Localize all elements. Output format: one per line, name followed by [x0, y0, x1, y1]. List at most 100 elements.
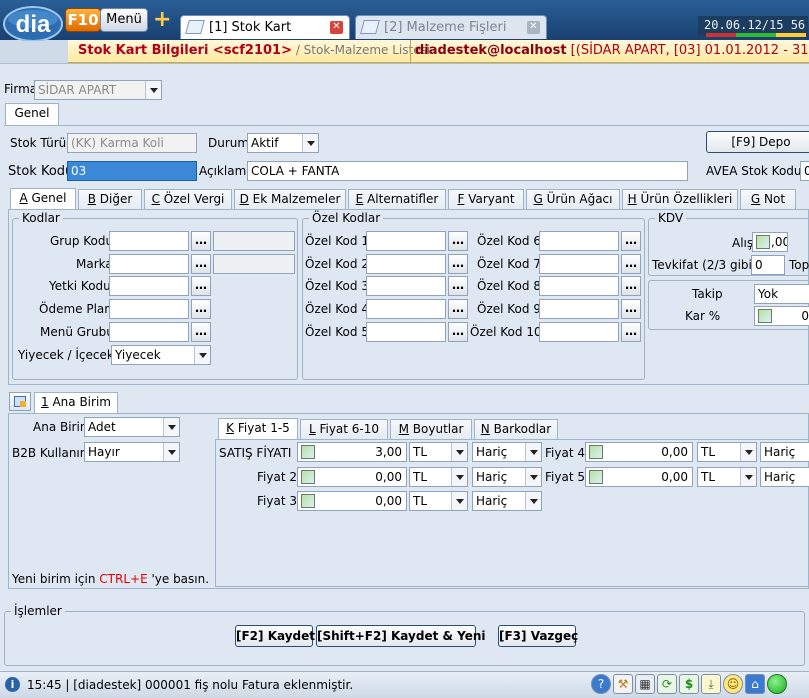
- stok-turu-field[interactable]: (KK) Karma Koli: [67, 133, 197, 153]
- fiyat-5-currency-select[interactable]: TL: [697, 467, 757, 487]
- tab-barkodlar[interactable]: N Barkodlar: [474, 419, 558, 439]
- vazgec-button[interactable]: [F3] Vazgeç: [498, 625, 578, 647]
- ozel-kod-3-lookup-button[interactable]: …: [448, 276, 468, 296]
- smiley-icon[interactable]: ☺: [723, 674, 743, 694]
- calculator-icon[interactable]: ▦: [635, 674, 655, 694]
- ozel-kod-8-input[interactable]: [539, 276, 619, 296]
- ozel-kod-4-input[interactable]: [366, 299, 446, 319]
- kaydet-button[interactable]: [F2] Kaydet: [235, 625, 315, 647]
- fiyat-5-input[interactable]: 0,00: [585, 467, 693, 487]
- tab-f-varyant[interactable]: F Varyant: [448, 189, 524, 209]
- kar-input[interactable]: 0: [754, 306, 809, 326]
- fiyat-4-tax-select[interactable]: Hariç: [760, 442, 809, 462]
- takip-select[interactable]: Yok: [754, 284, 809, 304]
- ozel-kod-10-lookup-button[interactable]: …: [621, 322, 641, 342]
- dia-logo[interactable]: dia: [2, 3, 64, 42]
- ozel-kod-7-lookup-button[interactable]: …: [621, 254, 641, 274]
- firma-select[interactable]: SİDAR APART: [34, 80, 162, 100]
- ozel-kod-4-lookup-button[interactable]: …: [448, 299, 468, 319]
- fiyat-2-input[interactable]: 0,00: [297, 467, 407, 487]
- fiyat-5-tax-select[interactable]: Hariç: [760, 467, 809, 487]
- odeme-plani-input[interactable]: [109, 299, 189, 319]
- ozel-kod-9-input[interactable]: [539, 299, 619, 319]
- tab-g-urun-agaci[interactable]: G Ürün Ağacı: [526, 189, 620, 209]
- grup-kodu-input[interactable]: [109, 231, 189, 251]
- close-icon[interactable]: ✕: [527, 21, 540, 34]
- tab-h-urun-ozellikleri[interactable]: H Ürün Özellikleri: [622, 189, 738, 209]
- tab-e-alternatifler[interactable]: E Alternatifler: [348, 189, 446, 209]
- satis-fiyati-input[interactable]: 3,00: [297, 442, 407, 462]
- calculator-icon[interactable]: [589, 445, 603, 459]
- ozel-kod-8-lookup-button[interactable]: …: [621, 276, 641, 296]
- kaydet-yeni-button[interactable]: [Shift+F2] Kaydet & Yeni: [316, 625, 486, 647]
- grup-kodu-lookup-button[interactable]: …: [191, 231, 211, 251]
- satis-currency-select[interactable]: TL: [409, 442, 468, 462]
- ozel-kod-2-input[interactable]: [366, 254, 446, 274]
- add-tab-icon[interactable]: +: [153, 9, 171, 31]
- menu-grubu-lookup-button[interactable]: …: [191, 322, 211, 342]
- tab-d-ek-malzemeler[interactable]: D Ek Malzemeler: [234, 189, 346, 209]
- calculator-icon[interactable]: [589, 470, 603, 484]
- depo-button[interactable]: [F9] Depo: [706, 131, 809, 153]
- calculator-icon[interactable]: [301, 470, 315, 484]
- tab-boyutlar[interactable]: M Boyutlar: [390, 419, 472, 439]
- ozel-kod-1-input[interactable]: [366, 231, 446, 251]
- menu-button[interactable]: Menü: [100, 8, 148, 32]
- yetki-kodu-input[interactable]: [109, 276, 189, 296]
- fiyat-3-input[interactable]: 0,00: [297, 491, 407, 511]
- stok-kodu-input[interactable]: 03: [67, 161, 197, 181]
- tab-b-diger[interactable]: B Diğer: [78, 189, 142, 209]
- tab-g-not[interactable]: G Not: [740, 189, 796, 209]
- ozel-kod-5-input[interactable]: [366, 322, 446, 342]
- refresh-icon[interactable]: ⟳: [657, 674, 677, 694]
- satis-tax-select[interactable]: Hariç: [472, 442, 542, 462]
- ozel-kod-10-input[interactable]: [539, 322, 619, 342]
- dollar-icon[interactable]: $: [679, 674, 699, 694]
- fiyat-4-currency-select[interactable]: TL: [697, 442, 757, 462]
- tab-genel[interactable]: Genel: [5, 103, 59, 125]
- calculator-icon[interactable]: [301, 494, 315, 508]
- lock-icon[interactable]: ⌂: [745, 674, 765, 694]
- fiyat-2-currency-select[interactable]: TL: [409, 467, 468, 487]
- calculator-icon[interactable]: [756, 235, 770, 249]
- alis-kdv-input[interactable]: ,00: [752, 232, 788, 252]
- marka-lookup-button[interactable]: …: [191, 254, 211, 274]
- fiyat-3-tax-select[interactable]: Hariç: [472, 491, 542, 511]
- ozel-kod-9-lookup-button[interactable]: …: [621, 299, 641, 319]
- ozel-kod-6-lookup-button[interactable]: …: [621, 231, 641, 251]
- yetki-kodu-lookup-button[interactable]: …: [191, 276, 211, 296]
- durum-select[interactable]: Aktif: [247, 133, 319, 153]
- fiyat-4-input[interactable]: 0,00: [585, 442, 693, 462]
- ozel-kod-6-input[interactable]: [539, 231, 619, 251]
- ozel-kod-7-input[interactable]: [539, 254, 619, 274]
- fiyat-3-currency-select[interactable]: TL: [409, 491, 468, 511]
- odeme-plani-lookup-button[interactable]: …: [191, 299, 211, 319]
- download-icon[interactable]: ⤓: [701, 674, 721, 694]
- close-icon[interactable]: ✕: [330, 21, 343, 34]
- window-tab-stok-kart[interactable]: [1] Stok Kart Bilgileri✕: [180, 15, 350, 58]
- ozel-kod-3-input[interactable]: [366, 276, 446, 296]
- tab-a-genel[interactable]: A Genel: [10, 188, 76, 210]
- yiyecek-icecek-select[interactable]: Yiyecek: [111, 345, 211, 365]
- help-icon[interactable]: ?: [591, 674, 611, 694]
- wrench-icon[interactable]: ⚒: [613, 674, 633, 694]
- marka-input[interactable]: [109, 254, 189, 274]
- calculator-icon[interactable]: [758, 309, 772, 323]
- ozel-kod-2-lookup-button[interactable]: …: [448, 254, 468, 274]
- ozel-kod-1-lookup-button[interactable]: …: [448, 231, 468, 251]
- window-tab-malzeme-fisleri[interactable]: [2] Malzeme Fişleri Listesi✕: [355, 15, 547, 58]
- f10-button[interactable]: F10: [65, 8, 101, 32]
- avea-input[interactable]: 0: [800, 161, 809, 181]
- tab-c-ozel-vergi[interactable]: C Özel Vergi: [144, 189, 232, 209]
- calculator-icon[interactable]: [301, 445, 315, 459]
- fiyat-2-tax-select[interactable]: Hariç: [472, 467, 542, 487]
- tab-fiyat-6-10[interactable]: L Fiyat 6-10: [300, 419, 388, 439]
- ana-birim-select[interactable]: Adet: [84, 417, 180, 437]
- tab-ana-birim[interactable]: 1 Ana Birim: [34, 392, 118, 414]
- b2b-select[interactable]: Hayır: [84, 442, 180, 462]
- grid-settings-icon[interactable]: [9, 392, 31, 411]
- tevkifat-input[interactable]: 0: [751, 255, 785, 275]
- menu-grubu-input[interactable]: [109, 322, 189, 342]
- tab-fiyat-1-5[interactable]: K Fiyat 1-5: [218, 418, 298, 440]
- ozel-kod-5-lookup-button[interactable]: …: [448, 322, 468, 342]
